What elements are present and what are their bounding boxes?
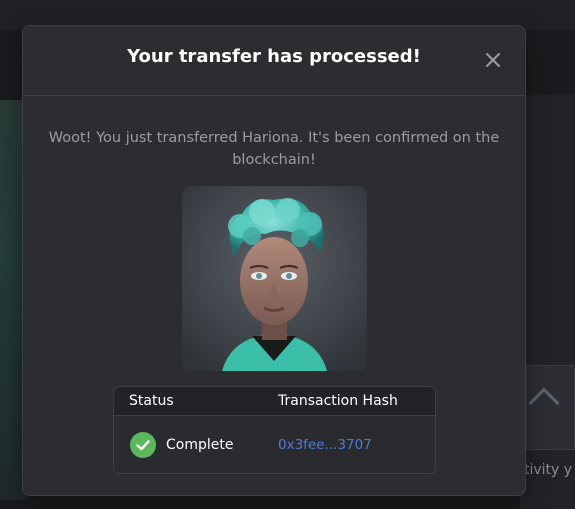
modal-description: Woot! You just transferred Hariona. It's…: [48, 130, 500, 168]
transaction-hash-link[interactable]: 0x3fee...3707: [278, 437, 372, 453]
check-circle-icon: [130, 432, 156, 458]
nft-portrait-illustration: [182, 186, 367, 371]
table-header: Status Transaction Hash: [114, 387, 435, 416]
modal-header: Your transfer has processed!: [23, 26, 525, 96]
column-header-status: Status: [129, 393, 174, 409]
column-header-hash: Transaction Hash: [278, 393, 398, 409]
modal-title: Your transfer has processed!: [127, 46, 421, 67]
status-value: Complete: [166, 437, 234, 453]
transaction-table: Status Transaction Hash Complete 0x3fee.…: [113, 386, 436, 474]
transfer-success-modal: Your transfer has processed! Woot! You j…: [22, 25, 526, 496]
background-activity-text: tivity y: [524, 462, 573, 478]
status-cell: Complete: [130, 432, 233, 458]
nft-image: [182, 186, 367, 371]
close-icon: [486, 53, 500, 67]
close-button[interactable]: [481, 48, 505, 72]
